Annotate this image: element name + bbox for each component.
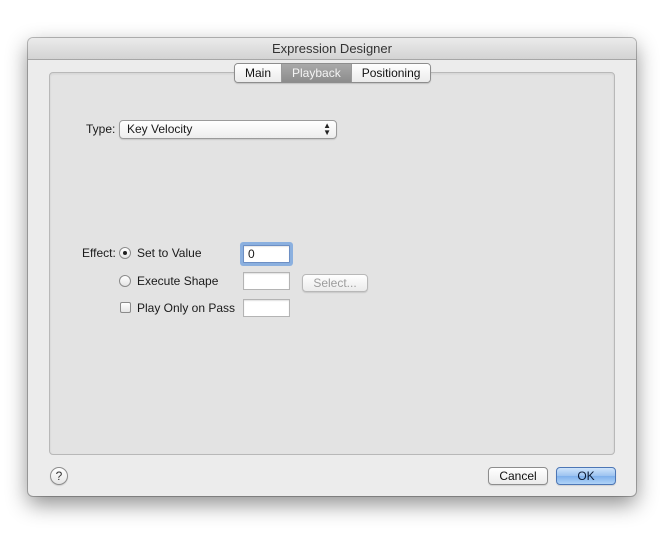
tab-main[interactable]: Main <box>235 64 283 82</box>
expression-designer-dialog: Expression Designer Main Playback Positi… <box>28 38 636 496</box>
execute-shape-radio[interactable] <box>119 275 131 287</box>
execute-shape-label: Execute Shape <box>137 274 219 288</box>
chevron-updown-icon: ▲ ▼ <box>323 121 331 137</box>
play-only-on-pass-label: Play Only on Pass <box>137 301 236 315</box>
cancel-button[interactable]: Cancel <box>488 467 548 485</box>
set-to-value-radio[interactable] <box>119 247 131 259</box>
play-only-on-pass-field[interactable] <box>243 299 290 317</box>
tab-positioning[interactable]: Positioning <box>351 64 431 82</box>
set-to-value-label: Set to Value <box>137 246 202 260</box>
type-popup-value: Key Velocity <box>127 122 193 136</box>
play-only-on-pass-checkbox[interactable] <box>120 302 131 313</box>
window-title: Expression Designer <box>28 38 636 60</box>
select-shape-button[interactable]: Select... <box>302 274 368 292</box>
set-to-value-field[interactable]: 0 <box>243 245 290 263</box>
tab-bar: Main Playback Positioning <box>234 63 432 83</box>
type-label: Type: <box>86 122 116 136</box>
execute-shape-field[interactable] <box>243 272 290 290</box>
radio-selected-dot <box>123 251 127 255</box>
tab-playback[interactable]: Playback <box>282 64 352 82</box>
help-button[interactable]: ? <box>50 467 68 485</box>
effect-label: Effect: <box>82 246 116 260</box>
ok-button[interactable]: OK <box>556 467 616 485</box>
type-popup[interactable]: Key Velocity ▲ ▼ <box>119 120 337 139</box>
